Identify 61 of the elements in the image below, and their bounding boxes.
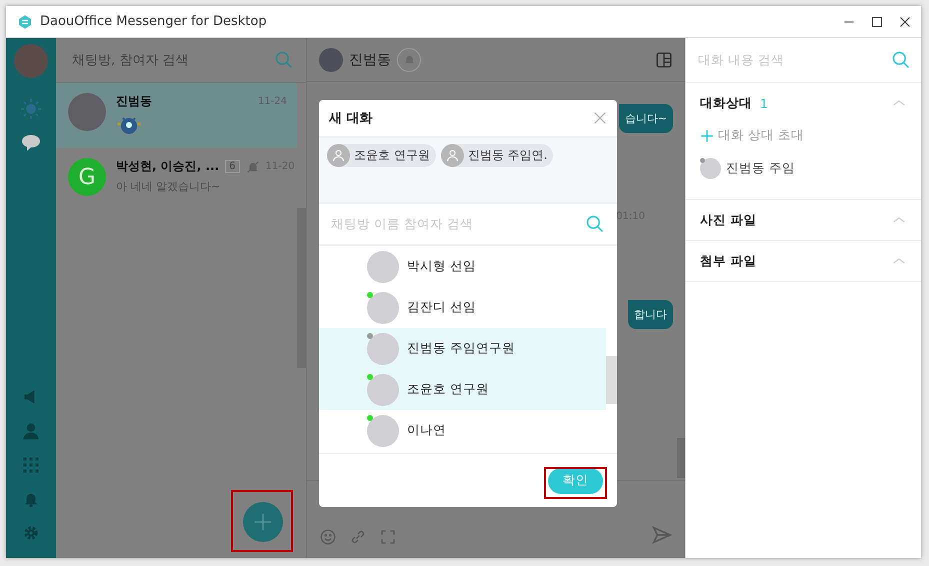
- avatar-photo: [367, 414, 399, 446]
- avatar-photo: [367, 374, 399, 406]
- member-name: 진범동 주임: [726, 160, 795, 177]
- grid-icon: [22, 456, 40, 474]
- close-button[interactable]: [593, 111, 607, 125]
- avatar-photo: [319, 48, 343, 72]
- participant-chip[interactable]: 조윤호 연구원: [327, 144, 436, 167]
- dialog-title: 새 대화: [329, 110, 373, 127]
- scrollbar[interactable]: [677, 438, 685, 478]
- scrollbar[interactable]: [606, 356, 617, 404]
- member-count: 1: [760, 96, 768, 110]
- contact-item[interactable]: 진범동 주임연구원: [319, 328, 606, 369]
- plus-icon: [252, 511, 274, 533]
- section-title: 대화상대: [700, 94, 752, 112]
- sun-clock-icon: [19, 97, 43, 121]
- muted-bell-icon: [246, 160, 260, 174]
- emoji-button[interactable]: [319, 528, 337, 546]
- send-icon: [651, 524, 673, 546]
- chat-title: 진범동: [349, 50, 391, 68]
- expand-icon: [379, 528, 397, 546]
- plus-icon: [700, 128, 714, 142]
- link-icon: [349, 528, 367, 546]
- person-outline-icon: [444, 148, 460, 163]
- panel-toggle[interactable]: [655, 50, 673, 68]
- room-name: 박성현, 이승진, ...: [116, 158, 220, 175]
- search-icon: [891, 50, 911, 70]
- window-title: DaouOffice Messenger for Desktop: [40, 14, 267, 29]
- room-name: 진범동: [116, 93, 152, 110]
- person-outline-icon: [331, 148, 346, 163]
- section-title: 첨부 파일: [700, 252, 756, 270]
- avatar-photo: [367, 292, 399, 324]
- close-icon: [899, 16, 911, 28]
- avatar-photo: [700, 158, 721, 179]
- profile-avatar[interactable]: [14, 44, 48, 78]
- section-header[interactable]: 대화상대 1: [700, 83, 907, 123]
- contact-item[interactable]: 조윤호 연구원: [319, 369, 606, 410]
- section-header[interactable]: 첨부 파일: [700, 241, 907, 281]
- person-icon: [21, 421, 41, 441]
- avatar-photo: [367, 332, 399, 364]
- message-bubble: 합니다: [628, 300, 673, 329]
- message-bubble: 습니다~: [618, 104, 673, 133]
- section-title: 사진 파일: [700, 212, 756, 228]
- search-icon: [274, 50, 294, 70]
- app-logo-icon: [16, 12, 34, 30]
- member-count: 6: [225, 160, 240, 173]
- panel-layout-icon: [655, 50, 673, 68]
- participant-chip[interactable]: 진범동 주임연.: [440, 144, 554, 167]
- notification-toggle[interactable]: [397, 48, 421, 72]
- maximize-icon: [871, 16, 883, 28]
- avatar-photo: [68, 93, 106, 131]
- avatar-photo: [367, 250, 399, 282]
- new-chat-button[interactable]: [243, 502, 283, 542]
- group-avatar: G: [68, 158, 106, 196]
- close-icon: [593, 111, 607, 125]
- attach-button[interactable]: [349, 528, 367, 546]
- section-header[interactable]: 사진 파일: [700, 200, 907, 240]
- send-button[interactable]: [651, 524, 673, 546]
- search-icon: [585, 214, 605, 234]
- fullscreen-button[interactable]: [379, 528, 397, 546]
- smiley-icon: [319, 528, 337, 546]
- bell-icon: [402, 53, 416, 66]
